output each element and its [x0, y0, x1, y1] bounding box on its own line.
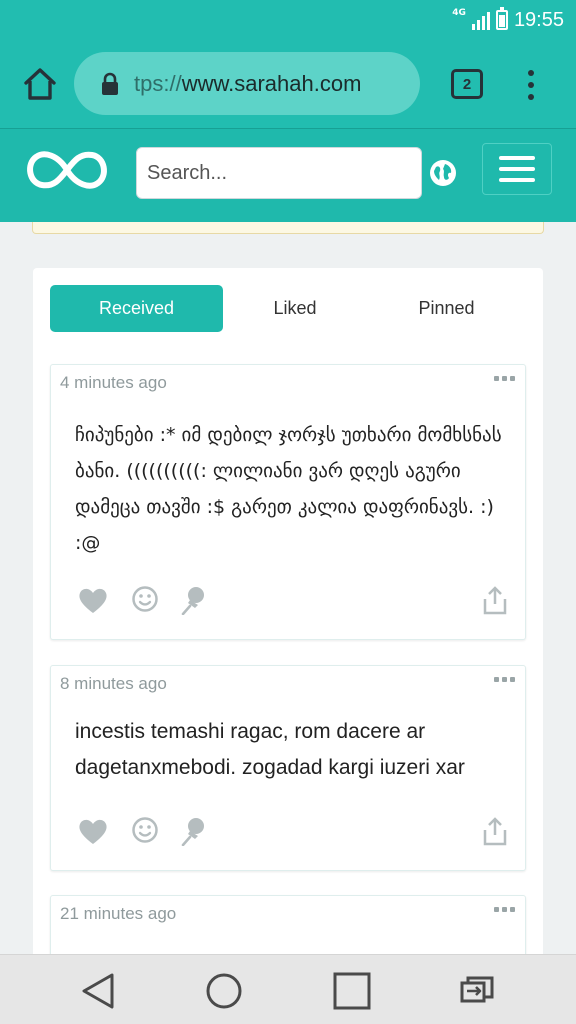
message-time: 21 minutes ago — [60, 904, 177, 923]
message-time: 8 minutes ago — [60, 674, 167, 693]
tab-liked[interactable]: Liked — [223, 285, 367, 332]
status-bar: 4G 19:55 — [0, 0, 576, 40]
site-header — [0, 128, 576, 222]
message-card: 4 minutes ago ჩიპუნები :* იმ დებილ ჯორჯს… — [50, 364, 526, 640]
more-options-icon[interactable] — [494, 907, 515, 912]
overflow-menu-icon[interactable] — [520, 68, 542, 102]
pin-icon[interactable] — [179, 816, 207, 846]
url-bar[interactable]: tps://www.sarahah.com — [74, 52, 420, 115]
battery-icon — [495, 7, 508, 30]
tab-pinned[interactable]: Pinned — [367, 285, 526, 332]
home-icon[interactable] — [22, 66, 58, 102]
message-text: ჩიპუნები :* იმ დებილ ჯორჯს უთხარი მომხსნ… — [75, 424, 502, 554]
tab-row: Received Liked Pinned — [50, 285, 526, 332]
smile-icon[interactable] — [131, 816, 159, 844]
back-icon[interactable] — [78, 971, 118, 1011]
share-icon[interactable] — [481, 816, 509, 846]
status-indicators: 4G 19:55 — [452, 6, 564, 34]
hamburger-menu-icon[interactable] — [482, 143, 552, 195]
pin-icon[interactable] — [179, 585, 207, 615]
alert-banner — [32, 222, 544, 234]
message-card: 8 minutes ago incestis temashi ragac, ro… — [50, 665, 526, 871]
lock-icon — [102, 72, 118, 95]
url-host: www.sarahah.com — [181, 70, 362, 96]
message-time: 4 minutes ago — [60, 373, 167, 392]
more-options-icon[interactable] — [494, 376, 515, 381]
url-scheme: tps:// — [134, 70, 182, 96]
globe-icon[interactable] — [428, 158, 458, 188]
tab-received[interactable]: Received — [50, 285, 223, 332]
more-options-icon[interactable] — [494, 677, 515, 682]
browser-toolbar: tps://www.sarahah.com 2 — [0, 40, 576, 128]
share-icon[interactable] — [481, 585, 509, 615]
smile-icon[interactable] — [131, 585, 159, 613]
app-switch-icon[interactable] — [456, 971, 496, 1011]
home-circle-icon[interactable] — [204, 971, 244, 1011]
search-input[interactable] — [136, 147, 422, 199]
recents-square-icon[interactable] — [332, 971, 372, 1011]
navigation-bar — [0, 954, 576, 1024]
heart-icon[interactable] — [77, 816, 109, 846]
signal-icon — [471, 10, 490, 30]
heart-icon[interactable] — [77, 585, 109, 615]
messages-card: Received Liked Pinned 4 minutes ago ჩიპუ… — [33, 268, 543, 985]
url-text: tps://www.sarahah.com — [134, 71, 361, 97]
clock: 19:55 — [513, 8, 564, 31]
tab-switcher-button[interactable]: 2 — [451, 69, 483, 99]
infinity-logo[interactable] — [22, 145, 112, 195]
message-actions — [77, 816, 509, 848]
network-type: 4G — [452, 8, 466, 18]
message-text: incestis temashi ragac, rom dacere ar da… — [75, 720, 465, 779]
message-actions — [77, 585, 509, 617]
